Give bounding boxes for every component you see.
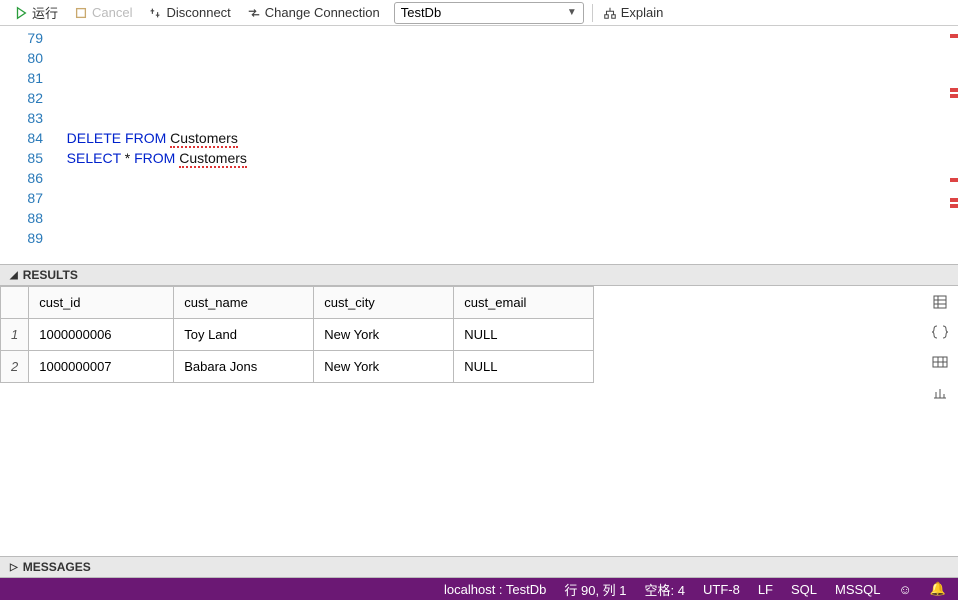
status-language[interactable]: SQL xyxy=(791,582,817,597)
messages-panel-header[interactable]: ▷ MESSAGES xyxy=(0,556,958,578)
error-marker xyxy=(950,34,958,38)
table-row[interactable]: 2 1000000007 Babara Jons New York NULL xyxy=(1,351,594,383)
expand-icon: ▷ xyxy=(10,562,18,573)
table-row[interactable]: 1 1000000006 Toy Land New York NULL xyxy=(1,319,594,351)
keyword: SELECT xyxy=(67,150,121,166)
status-connection[interactable]: localhost : TestDb xyxy=(444,582,546,597)
line-number: 88 xyxy=(0,208,43,228)
table-cell[interactable]: New York xyxy=(314,351,454,383)
disconnect-button[interactable]: Disconnect xyxy=(140,3,238,22)
explain-button[interactable]: Explain xyxy=(595,3,672,22)
error-marker xyxy=(950,178,958,182)
chevron-down-icon: ▼ xyxy=(567,7,577,18)
identifier: Customers xyxy=(170,130,238,148)
column-header[interactable]: cust_email xyxy=(454,287,594,319)
change-connection-button[interactable]: Change Connection xyxy=(239,3,388,22)
table-cell[interactable]: NULL xyxy=(454,319,594,351)
error-markers xyxy=(950,26,958,264)
status-position[interactable]: 行 90, 列 1 xyxy=(564,580,626,599)
database-select[interactable]: TestDb ▼ xyxy=(394,2,584,24)
table-header-row: cust_id cust_name cust_city cust_email xyxy=(1,287,594,319)
identifier: Customers xyxy=(179,150,247,168)
keyword: DELETE xyxy=(67,130,121,146)
messages-panel-title: MESSAGES xyxy=(23,560,91,574)
stop-icon xyxy=(74,6,88,20)
error-marker xyxy=(950,88,958,92)
explain-label: Explain xyxy=(621,5,664,20)
column-header[interactable]: cust_city xyxy=(314,287,454,319)
line-number: 79 xyxy=(0,28,43,48)
line-number: 81 xyxy=(0,68,43,88)
column-header[interactable]: cust_id xyxy=(29,287,174,319)
cancel-label: Cancel xyxy=(92,5,132,20)
error-marker xyxy=(950,94,958,98)
table-rownum: 1 xyxy=(1,319,29,351)
table-rownum: 2 xyxy=(1,351,29,383)
disconnect-label: Disconnect xyxy=(166,5,230,20)
explain-icon xyxy=(603,6,617,20)
status-encoding[interactable]: UTF-8 xyxy=(703,582,740,597)
table-cell[interactable]: 1000000007 xyxy=(29,351,174,383)
change-connection-label: Change Connection xyxy=(265,5,380,20)
results-side-toolbar xyxy=(922,286,958,421)
feedback-icon[interactable]: ☺ xyxy=(899,582,912,597)
column-header[interactable]: cust_name xyxy=(174,287,314,319)
line-number: 85 xyxy=(0,148,43,168)
change-connection-icon xyxy=(247,6,261,20)
line-number: 82 xyxy=(0,88,43,108)
play-icon xyxy=(14,6,28,20)
table-cell[interactable]: New York xyxy=(314,319,454,351)
run-label: 运行 xyxy=(32,3,58,22)
line-gutter: 79 80 81 82 83 84 85 86 87 88 89 xyxy=(0,26,55,264)
error-marker xyxy=(950,204,958,208)
line-number: 83 xyxy=(0,108,43,128)
toolbar-separator xyxy=(592,4,593,22)
editor-filler xyxy=(0,421,958,556)
json-icon[interactable] xyxy=(932,324,948,340)
collapse-icon: ◢ xyxy=(10,270,18,281)
disconnect-icon xyxy=(148,6,162,20)
results-spacer xyxy=(594,286,922,421)
line-number: 86 xyxy=(0,168,43,188)
results-panel-title: RESULTS xyxy=(23,268,78,282)
rownum-header xyxy=(1,287,29,319)
results-body: cust_id cust_name cust_city cust_email 1… xyxy=(0,286,958,421)
line-number: 84 xyxy=(0,128,43,148)
table-cell[interactable]: 1000000006 xyxy=(29,319,174,351)
line-number: 80 xyxy=(0,48,43,68)
toolbar: 运行 Cancel Disconnect Change Connection T… xyxy=(0,0,958,26)
status-eol[interactable]: LF xyxy=(758,582,773,597)
chart-icon[interactable] xyxy=(932,384,948,400)
table-cell[interactable]: Babara Jons xyxy=(174,351,314,383)
status-spaces[interactable]: 空格: 4 xyxy=(645,580,685,599)
results-grid: cust_id cust_name cust_city cust_email 1… xyxy=(0,286,594,421)
table-cell[interactable]: Toy Land xyxy=(174,319,314,351)
status-bar: localhost : TestDb 行 90, 列 1 空格: 4 UTF-8… xyxy=(0,578,958,600)
keyword: FROM xyxy=(134,150,175,166)
results-panel-header[interactable]: ◢ RESULTS xyxy=(0,264,958,286)
cancel-button: Cancel xyxy=(66,3,140,22)
bell-icon[interactable]: 🔔 xyxy=(930,581,946,597)
keyword: FROM xyxy=(125,130,166,146)
database-select-value: TestDb xyxy=(401,5,441,20)
excel-icon[interactable] xyxy=(932,354,948,370)
error-marker xyxy=(950,198,958,202)
run-button[interactable]: 运行 xyxy=(6,1,66,24)
status-server[interactable]: MSSQL xyxy=(835,582,881,597)
sql-editor[interactable]: 79 80 81 82 83 84 85 86 87 88 89 DELETE … xyxy=(0,26,958,264)
csv-icon[interactable] xyxy=(932,294,948,310)
table-cell[interactable]: NULL xyxy=(454,351,594,383)
code-area[interactable]: DELETE FROM Customers SELECT * FROM Cust… xyxy=(55,26,958,264)
line-number: 87 xyxy=(0,188,43,208)
line-number: 89 xyxy=(0,228,43,248)
